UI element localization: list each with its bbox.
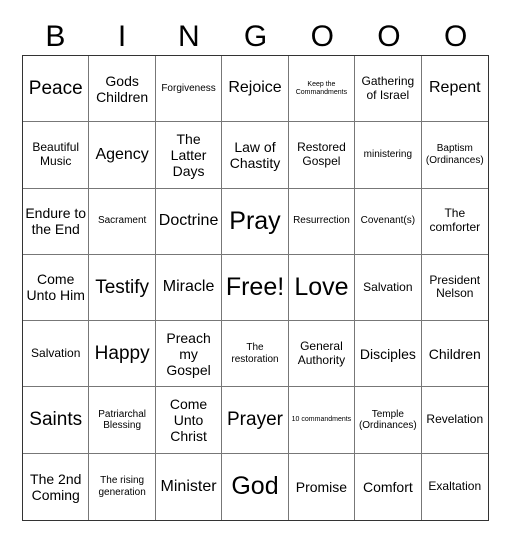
bingo-cell[interactable]: ministering bbox=[355, 122, 422, 189]
bingo-cell[interactable]: Minister bbox=[156, 453, 223, 520]
bingo-cell[interactable]: Disciples bbox=[355, 321, 422, 388]
bingo-cell[interactable]: Exaltation bbox=[422, 454, 488, 520]
bingo-cell[interactable]: Prayer bbox=[222, 387, 289, 454]
bingo-cell[interactable]: Temple (Ordinances) bbox=[355, 387, 422, 454]
bingo-cell[interactable]: Salvation bbox=[23, 321, 90, 388]
bingo-cell[interactable]: Law of Chastity bbox=[222, 122, 289, 189]
bingo-cell[interactable]: The 2nd Coming bbox=[23, 453, 90, 520]
bingo-cell[interactable]: God bbox=[222, 453, 289, 520]
header-letter: O bbox=[444, 20, 468, 53]
bingo-cell[interactable]: Resurrection bbox=[288, 188, 356, 255]
bingo-cell[interactable]: The restoration bbox=[222, 321, 289, 388]
header-letter: B bbox=[45, 20, 66, 53]
bingo-cell[interactable]: Rejoice bbox=[222, 56, 289, 123]
bingo-cell[interactable]: Love bbox=[288, 254, 356, 322]
bingo-cell[interactable]: 10 commandments bbox=[288, 387, 356, 454]
bingo-cell[interactable]: Happy bbox=[89, 321, 156, 388]
bingo-cell[interactable]: Gathering of Israel bbox=[355, 56, 422, 123]
bingo-cell[interactable]: Patriarchal Blessing bbox=[89, 387, 156, 454]
bingo-cell[interactable]: Keep the Commandments bbox=[288, 56, 356, 123]
bingo-cell[interactable]: President Nelson bbox=[421, 255, 488, 322]
bingo-cell[interactable]: Salvation bbox=[355, 254, 422, 322]
bingo-cell[interactable]: Baptism (Ordinances) bbox=[421, 122, 488, 189]
bingo-cell[interactable]: Endure to the End bbox=[23, 188, 90, 255]
header-letter: I bbox=[117, 20, 127, 53]
bingo-cell[interactable]: Children bbox=[421, 321, 488, 388]
bingo-cell[interactable]: Preach my Gospel bbox=[155, 321, 223, 388]
bingo-cell[interactable]: The Latter Days bbox=[155, 122, 223, 189]
header-letter: N bbox=[177, 20, 200, 53]
bingo-cell[interactable]: Come Unto Christ bbox=[155, 387, 223, 454]
bingo-cell[interactable]: Comfort bbox=[355, 453, 422, 520]
bingo-cell[interactable]: Peace bbox=[23, 56, 90, 123]
bingo-card: Peace Gods Children Forgiveness Rejoice Keep… bbox=[22, 55, 489, 521]
bingo-cell[interactable]: Beautiful Music bbox=[23, 122, 90, 189]
bingo-cell[interactable]: Promise bbox=[289, 453, 356, 520]
bingo-cell[interactable]: Gods Children bbox=[89, 56, 156, 123]
bingo-cell[interactable]: Forgiveness bbox=[155, 56, 223, 123]
bingo-cell[interactable]: Come Unto Him bbox=[23, 254, 90, 322]
bingo-cell[interactable]: Doctrine bbox=[155, 188, 223, 255]
bingo-cell[interactable]: Restored Gospel bbox=[288, 122, 356, 189]
bingo-cell[interactable]: Sacrament bbox=[89, 188, 156, 255]
header-letter: O bbox=[377, 20, 401, 53]
bingo-cell[interactable]: Revelation bbox=[421, 387, 488, 454]
bingo-cell[interactable]: Covenant(s) bbox=[355, 188, 422, 255]
bingo-cell[interactable]: Pray bbox=[222, 188, 289, 255]
bingo-cell[interactable]: The rising generation bbox=[89, 453, 156, 520]
header-letter: G bbox=[243, 20, 268, 53]
bingo-cell[interactable]: Agency bbox=[89, 122, 156, 189]
bingo-cell[interactable]: Miracle bbox=[155, 254, 223, 322]
bingo-cell[interactable]: Testify bbox=[89, 254, 156, 322]
bingo-cell[interactable]: Repent bbox=[421, 56, 488, 123]
bingo-cell[interactable]: The comforter bbox=[421, 189, 488, 255]
bingo-header: BINGOOO bbox=[22, 20, 489, 54]
header-letter: O bbox=[310, 20, 334, 53]
bingo-cell[interactable]: General Authority bbox=[288, 321, 356, 388]
free-space-cell[interactable]: Free! bbox=[222, 254, 289, 322]
bingo-cell[interactable]: Saints bbox=[23, 387, 90, 454]
